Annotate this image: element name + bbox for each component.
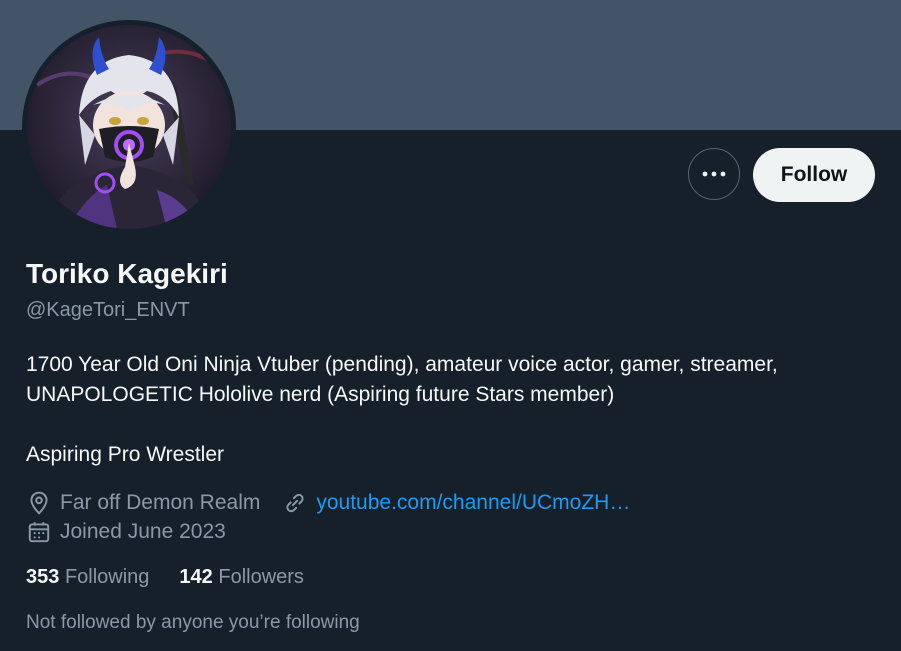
website-item[interactable]: youtube.com/channel/UCmoZH…: [282, 490, 630, 516]
following-count: 353: [26, 566, 60, 588]
location-pin-icon: [26, 490, 52, 516]
more-horizontal-icon: [702, 171, 726, 177]
calendar-icon: [26, 519, 52, 545]
followers-stat[interactable]: 142 Followers: [179, 566, 304, 589]
location-item: Far off Demon Realm: [26, 490, 260, 516]
bio-line: Aspiring Pro Wrestler: [26, 443, 225, 466]
more-options-button[interactable]: [688, 148, 740, 200]
profile-page: Follow Toriko Kagekiri @KageTori_ENVT 17…: [0, 0, 901, 651]
follow-button[interactable]: Follow: [753, 148, 875, 202]
location-text: Far off Demon Realm: [60, 491, 261, 514]
following-stat[interactable]: 353 Following: [26, 566, 149, 589]
profile-meta-row: Far off Demon Realm youtube.com/channel/…: [26, 489, 630, 517]
website-link[interactable]: youtube.com/channel/UCmoZH…: [316, 491, 630, 515]
followers-label: Followers: [218, 566, 304, 588]
bio-spacer: [26, 410, 886, 440]
joined-item: Joined June 2023: [26, 519, 226, 545]
profile-meta-row: Joined June 2023: [26, 518, 226, 546]
user-handle: @KageTori_ENVT: [26, 299, 190, 321]
avatar-frame: [22, 20, 236, 234]
bio-line: 1700 Year Old Oni Ninja Vtuber (pending)…: [26, 353, 778, 376]
avatar-illustration: [27, 25, 231, 229]
follow-stats: 353 Following 142 Followers: [26, 566, 334, 589]
joined-text: Joined June 2023: [60, 520, 226, 543]
link-icon: [282, 490, 308, 516]
avatar[interactable]: [27, 25, 231, 229]
bio-line: UNAPOLOGETIC Hololive nerd (Aspiring fut…: [26, 383, 615, 406]
not-followed-notice: Not followed by anyone you’re following: [26, 612, 360, 633]
following-label: Following: [64, 566, 150, 588]
display-name: Toriko Kagekiri: [26, 258, 228, 289]
profile-bio: 1700 Year Old Oni Ninja Vtuber (pending)…: [26, 350, 886, 470]
followers-count: 142: [179, 566, 213, 588]
